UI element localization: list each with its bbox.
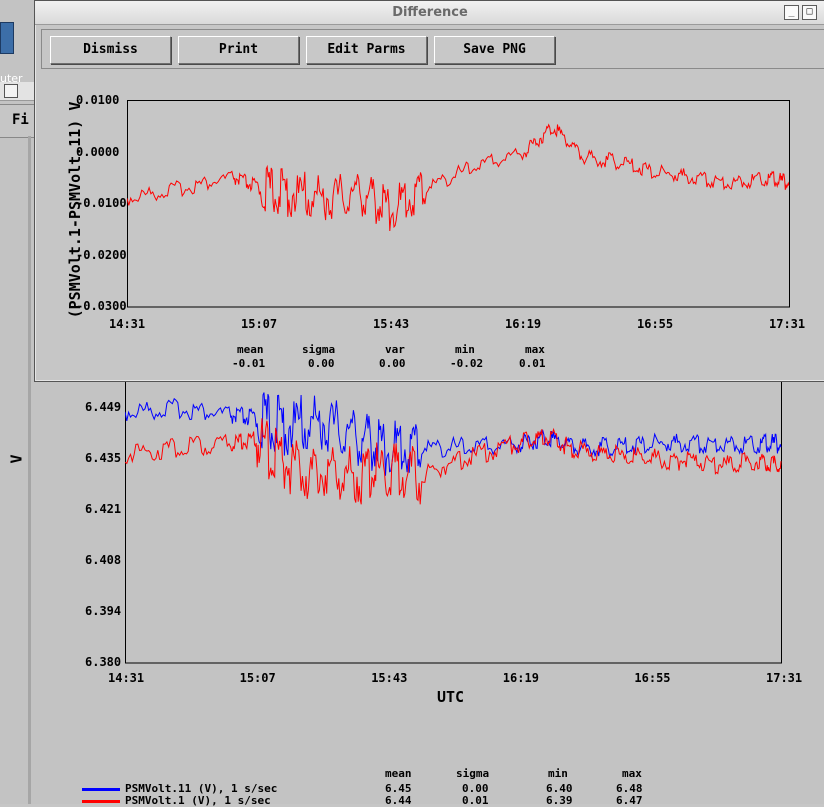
dialog-title: Difference [392, 5, 468, 20]
y-tick-label: 0.0100 [76, 93, 120, 107]
y-tick-label: 6.380 [85, 655, 122, 669]
diff-stat-header-max: max [525, 343, 545, 356]
x-tick-label: 15:43 [373, 317, 410, 331]
desktop-computer-icon[interactable] [0, 22, 14, 54]
x-tick-label: 15:07 [241, 317, 278, 331]
x-tick-label: 15:43 [371, 671, 408, 685]
diff-stat-min: -0.02 [450, 357, 484, 370]
stat-psmvolt1-mean: 6.44 [385, 794, 412, 807]
background-window-menu-button[interactable] [4, 84, 18, 98]
x-tick-label: 16:55 [637, 317, 674, 331]
stat-header-mean: mean [385, 767, 412, 780]
save-png-button[interactable]: Save PNG [434, 36, 555, 64]
stat-header-max: max [622, 767, 642, 780]
y-tick-label: 6.408 [85, 553, 122, 567]
x-tick-label: 16:55 [634, 671, 671, 685]
y-tick-label: 6.394 [85, 604, 122, 618]
legend-swatch-psmvolt11 [82, 788, 120, 791]
plot-frame [127, 100, 790, 308]
stat-header-min: min [548, 767, 568, 780]
diff-stat-header-var: var [385, 343, 405, 356]
series-line-0 [127, 123, 790, 232]
plot-frame [125, 380, 782, 664]
diff-stat-mean: -0.01 [232, 357, 266, 370]
background-window-edge [28, 136, 31, 804]
y-tick-label: -0.0200 [76, 247, 127, 262]
x-tick-label: 15:07 [239, 671, 276, 685]
dialog-titlebar[interactable]: Difference _ □ [35, 1, 824, 25]
diff-stat-max: 0.01 [519, 357, 546, 370]
diff-stat-header-sigma: sigma [302, 343, 336, 356]
x-tick-label: 16:19 [505, 317, 542, 331]
y-tick-label: -0.0300 [76, 299, 127, 313]
legend-label-psmvolt1: PSMVolt.1 (V), 1 s/sec [125, 794, 271, 807]
x-tick-label: 17:31 [769, 317, 806, 331]
main-voltage-plot [125, 380, 782, 664]
x-tick-label: 14:31 [108, 671, 145, 685]
diff-stat-var: 0.00 [379, 357, 406, 370]
background-menu-file[interactable]: Fi [12, 112, 29, 128]
y-tick-label: -0.0100 [76, 196, 127, 210]
x-tick-label: 14:31 [109, 317, 146, 331]
x-tick-label: 17:31 [766, 671, 803, 685]
print-button[interactable]: Print [178, 36, 299, 64]
diff-stat-sigma: 0.00 [308, 357, 335, 370]
dialog-button-bar: Dismiss Print Edit Parms Save PNG [41, 29, 824, 69]
diff-stat-header-min: min [455, 343, 475, 356]
y-tick-label: 6.421 [85, 502, 122, 516]
edit-parms-button[interactable]: Edit Parms [306, 36, 427, 64]
series-line-1 [125, 418, 782, 505]
difference-dialog: Difference _ □ Dismiss Print Edit Parms … [34, 0, 824, 382]
difference-plot [127, 100, 790, 308]
stat-header-sigma: sigma [456, 767, 490, 780]
main-x-axis-label: UTC [437, 688, 465, 706]
maximize-icon[interactable]: □ [802, 5, 817, 20]
minimize-icon[interactable]: _ [784, 5, 799, 20]
x-tick-label: 16:19 [502, 671, 539, 685]
y-tick-label: 0.0000 [76, 144, 120, 159]
stat-psmvolt1-min: 6.39 [546, 794, 573, 807]
main-y-axis-label: V [7, 454, 26, 464]
legend-swatch-psmvolt1 [82, 800, 120, 803]
y-tick-label: 6.449 [85, 400, 122, 414]
diff-stat-header-mean: mean [237, 343, 264, 356]
stat-psmvolt1-sigma: 0.01 [462, 794, 489, 807]
y-tick-label: 6.435 [85, 451, 122, 465]
stat-psmvolt1-max: 6.47 [616, 794, 643, 807]
